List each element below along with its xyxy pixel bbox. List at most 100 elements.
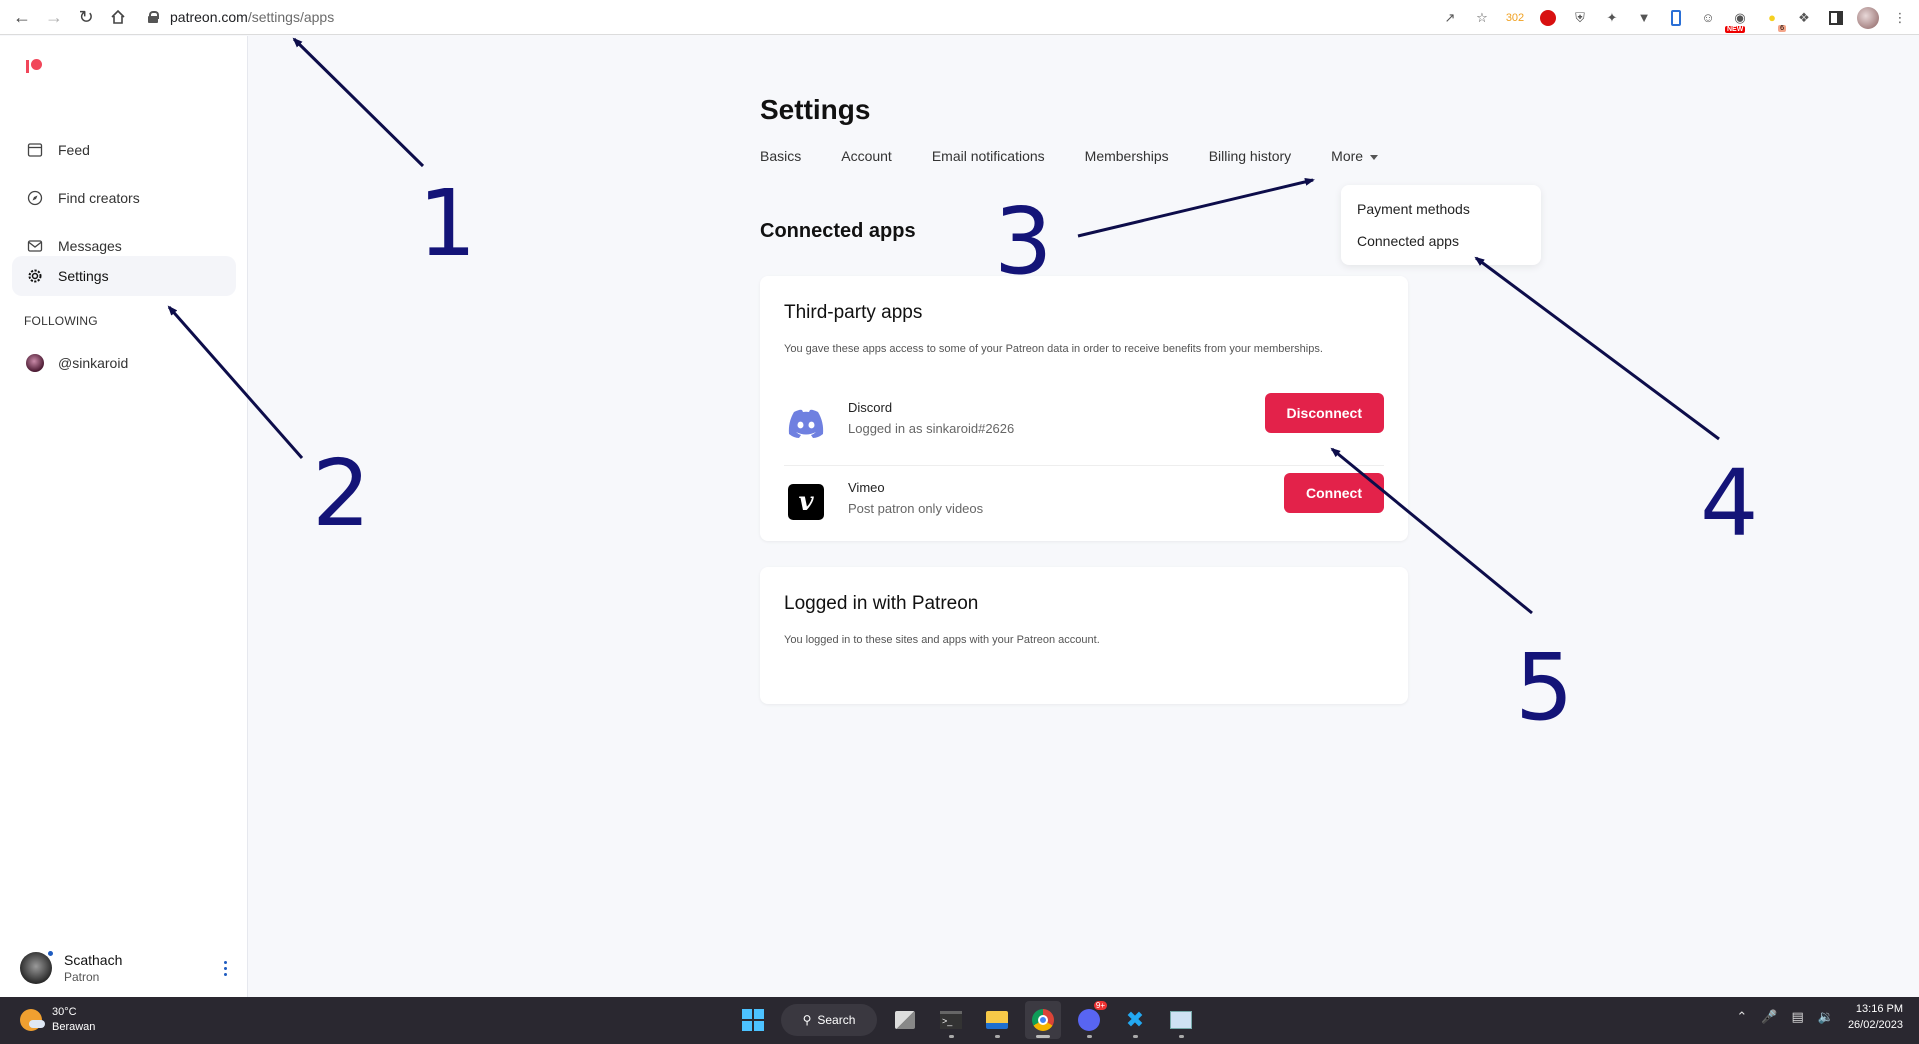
annotation-number-5: 5 — [1515, 634, 1574, 741]
annotation-arrow-3 — [1077, 177, 1315, 238]
weather-cloud-sun-icon — [20, 1009, 45, 1031]
reload-button[interactable]: ↻ — [70, 1, 102, 33]
card-title: Third-party apps — [784, 302, 923, 323]
phone-extension-icon[interactable] — [1665, 7, 1687, 29]
section-title: Connected apps — [760, 220, 916, 242]
tray-overflow-icon[interactable]: ⌃ — [1736, 1009, 1747, 1025]
start-button[interactable] — [735, 1001, 771, 1039]
weather-desc: Berawan — [52, 1021, 96, 1033]
tab-billing-history[interactable]: Billing history — [1209, 148, 1291, 164]
app-subtitle: Logged in as sinkaroid#2626 — [848, 421, 1015, 436]
task-view-button[interactable] — [887, 1001, 923, 1039]
share-icon[interactable]: ↗ — [1439, 7, 1461, 29]
browser-toolbar: ← → ↻ patreon.com/settings/apps ↗ ☆ 302 … — [0, 0, 1919, 35]
volume-icon[interactable]: 🔉 — [1818, 1009, 1834, 1025]
online-indicator — [47, 950, 54, 957]
sidebar: Feed Find creators Messages Settings FOL… — [0, 36, 248, 997]
patreon-logo[interactable] — [26, 58, 44, 74]
lightbulb-extension-icon[interactable]: ● 6 — [1761, 7, 1786, 32]
mail-icon — [26, 237, 44, 255]
windows-logo-icon — [742, 1009, 764, 1031]
tab-basics[interactable]: Basics — [760, 148, 801, 164]
network-icon[interactable]: ▤ — [1791, 1009, 1803, 1025]
address-bar[interactable]: patreon.com/settings/apps — [148, 9, 334, 25]
url-path: /settings/apps — [247, 9, 335, 25]
app-row-vimeo: v Vimeo Post patron only videos Connect — [784, 466, 1384, 546]
back-button[interactable]: ← — [6, 1, 38, 33]
sidebar-item-label: Messages — [58, 238, 122, 254]
extension-counter[interactable]: 302 — [1503, 7, 1527, 29]
user-profile[interactable]: Scathach Patron — [20, 946, 235, 990]
annotation-number-4: 4 — [1700, 450, 1759, 557]
discord-app[interactable]: 9+ — [1071, 1001, 1107, 1039]
following-item-label: @sinkaroid — [58, 355, 129, 371]
side-panel-icon[interactable] — [1825, 7, 1847, 29]
annotation-number-3: 3 — [994, 188, 1053, 295]
menu-item-payment-methods[interactable]: Payment methods — [1357, 199, 1525, 231]
forward-button[interactable]: → — [38, 1, 70, 33]
resource-monitor-app[interactable] — [1163, 1001, 1199, 1039]
bird-extension-icon[interactable]: ✦ — [1601, 7, 1623, 29]
chrome-app[interactable] — [1025, 1001, 1061, 1039]
tab-memberships[interactable]: Memberships — [1085, 148, 1169, 164]
sidebar-item-label: Feed — [58, 142, 90, 158]
card-description: You gave these apps access to some of yo… — [784, 343, 1323, 355]
face-extension-icon[interactable]: ☺ — [1697, 7, 1719, 29]
profile-avatar[interactable] — [1857, 6, 1879, 29]
user-avatar — [20, 950, 54, 984]
user-name: Scathach — [64, 952, 123, 968]
user-menu-button[interactable] — [215, 956, 235, 980]
sidebar-item-feed[interactable]: Feed — [12, 130, 236, 170]
shield-extension-icon[interactable]: ⛨ — [1569, 7, 1591, 29]
vimeo-icon: v — [786, 482, 826, 522]
browser-menu-icon[interactable]: ⋮ — [1889, 7, 1911, 29]
adblock-icon[interactable] — [1537, 7, 1559, 29]
extensions-bar: ↗ ☆ 302 ⛨ ✦ ▼ ☺ ◉ NEW ● 6 ❖ ⋮ — [1439, 0, 1911, 35]
sidebar-item-settings[interactable]: Settings — [12, 256, 236, 296]
third-party-apps-card: Third-party apps You gave these apps acc… — [760, 276, 1408, 541]
following-item[interactable]: @sinkaroid — [12, 343, 236, 383]
connect-vimeo-button[interactable]: Connect — [1284, 473, 1384, 513]
annotation-arrow-1 — [292, 37, 425, 168]
tab-email-notifications[interactable]: Email notifications — [932, 148, 1045, 164]
menu-item-connected-apps[interactable]: Connected apps — [1357, 231, 1525, 263]
vscode-app[interactable]: ✖ — [1117, 1001, 1153, 1039]
sidebar-item-label: Find creators — [58, 190, 140, 206]
creator-avatar — [26, 354, 44, 372]
terminal-app[interactable]: >_ — [933, 1001, 969, 1039]
windows-taskbar: 30°C Berawan ⚲ Search >_ 9+ ✖ ⌃ 🎤 ▤ 🔉 13:… — [0, 997, 1919, 1044]
weather-widget[interactable]: 30°C Berawan — [20, 1005, 95, 1035]
clock-date: 26/02/2023 — [1847, 1019, 1903, 1031]
taskbar-search[interactable]: ⚲ Search — [781, 1004, 877, 1036]
annotation-number-2: 2 — [312, 440, 371, 547]
monitor-chart-icon — [1170, 1011, 1192, 1029]
annotation-number-1: 1 — [418, 170, 477, 277]
file-explorer-app[interactable] — [979, 1001, 1015, 1039]
bookmark-star-icon[interactable]: ☆ — [1471, 7, 1493, 29]
new-badge: NEW — [1725, 25, 1746, 33]
annotation-arrow-4 — [1474, 256, 1720, 441]
app-name: Discord — [848, 400, 893, 415]
caret-down-icon — [1370, 154, 1379, 160]
puzzle-icon[interactable]: ❖ — [1793, 7, 1815, 29]
app-subtitle: Post patron only videos — [848, 501, 984, 516]
taskbar-apps: ⚲ Search >_ 9+ ✖ — [735, 1001, 1199, 1039]
app-row-discord: Discord Logged in as sinkaroid#2626 Disc… — [784, 386, 1384, 466]
card-title: Logged in with Patreon — [784, 593, 979, 614]
chrome-icon — [1032, 1009, 1054, 1031]
disconnect-discord-button[interactable]: Disconnect — [1264, 393, 1384, 433]
clock[interactable]: 13:16 PM 26/02/2023 — [1848, 1001, 1903, 1033]
page-title: Settings — [760, 94, 871, 125]
camera-extension-icon[interactable]: ◉ NEW — [1725, 7, 1751, 33]
search-icon: ⚲ — [802, 1013, 812, 1027]
home-icon — [111, 9, 125, 24]
v-extension-icon[interactable]: ▼ — [1633, 7, 1655, 29]
tab-account[interactable]: Account — [841, 148, 892, 164]
microphone-icon[interactable]: 🎤 — [1761, 1009, 1777, 1025]
user-role: Patron — [64, 970, 100, 984]
sidebar-item-find-creators[interactable]: Find creators — [12, 178, 236, 218]
tab-more[interactable]: More — [1331, 148, 1379, 164]
clock-time: 13:16 PM — [1855, 1003, 1903, 1015]
home-button[interactable] — [102, 1, 134, 33]
following-heading: FOLLOWING — [24, 314, 98, 328]
